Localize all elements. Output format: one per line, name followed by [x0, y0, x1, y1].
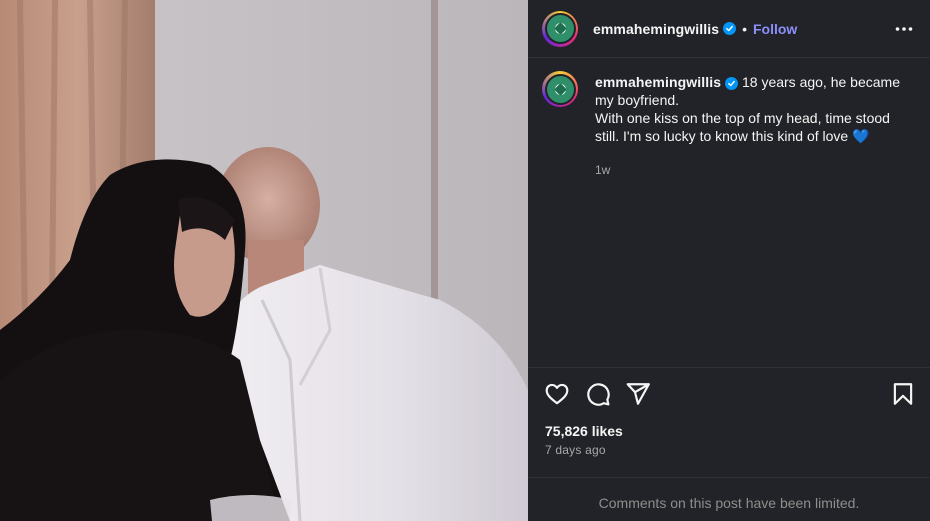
post-modal: emmahemingwillis • Follow emmahemingwill…: [0, 0, 930, 521]
bookmark-icon[interactable]: [890, 381, 916, 407]
avatar-ring: [544, 73, 576, 105]
avatar-image: [546, 75, 574, 103]
header-separator: •: [742, 20, 747, 37]
follow-button[interactable]: Follow: [753, 21, 797, 37]
header-username[interactable]: emmahemingwillis: [593, 21, 719, 37]
heart-icon[interactable]: [544, 381, 570, 407]
verified-badge-icon: [723, 22, 737, 35]
caption-text-line2: With one kiss on the top of my head, tim…: [595, 110, 890, 144]
post-header: emmahemingwillis • Follow: [528, 0, 930, 58]
action-bar: [528, 367, 930, 419]
like-count[interactable]: 75,826 likes: [545, 423, 623, 439]
verified-badge-icon: [725, 77, 739, 90]
more-options-icon[interactable]: [894, 19, 914, 39]
post-side-panel: emmahemingwillis • Follow emmahemingwill…: [528, 0, 930, 521]
photo-illustration: [0, 0, 528, 521]
post-timestamp[interactable]: 7 days ago: [545, 443, 606, 457]
avatar-ring: [544, 13, 576, 44]
caption-timestamp[interactable]: 1w: [595, 161, 912, 179]
avatar[interactable]: [542, 10, 578, 47]
caption-body: emmahemingwillis 18 years ago, he became…: [595, 73, 912, 179]
caption-username[interactable]: emmahemingwillis: [595, 74, 721, 90]
caption-avatar[interactable]: [542, 71, 578, 107]
post-photo[interactable]: [0, 0, 528, 521]
caption: emmahemingwillis 18 years ago, he became…: [542, 71, 912, 179]
comment-icon[interactable]: [585, 381, 611, 407]
share-icon[interactable]: [625, 381, 651, 407]
comments-limited-notice: Comments on this post have been limited.: [528, 477, 930, 521]
avatar-image: [546, 15, 574, 42]
